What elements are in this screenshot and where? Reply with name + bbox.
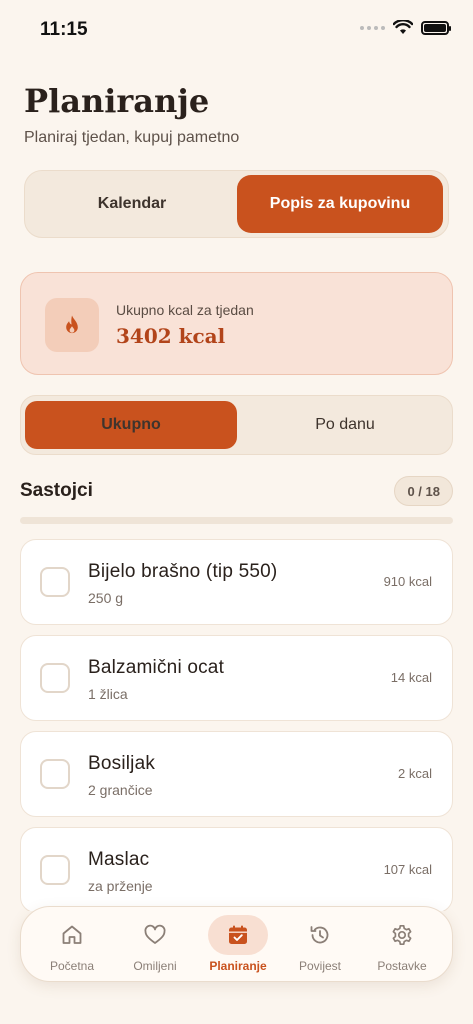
kcal-icon-box [45,298,99,352]
item-quantity: 2 grančice [88,782,153,798]
kcal-value: 3402 kcal [116,324,226,348]
item-name: Bosiljak [88,753,156,774]
item-quantity: za prženje [88,878,153,894]
nav-item-omiljeni[interactable]: Omiljeni [114,907,196,983]
nav-label: Postavke [377,959,427,973]
history-icon [310,926,329,944]
bottom-nav: Početna Omiljeni Planiranje Povijest Pos… [20,906,453,982]
battery-icon [421,20,451,35]
ingredients-title: Sastojci [20,480,93,501]
page-subtitle: Planiraj tjedan, kupuj pametno [24,129,240,146]
kcal-label: Ukupno kcal za tjedan [116,302,254,318]
calendar-check-icon [229,925,247,944]
nav-label: Početna [49,959,95,973]
item-kcal: 2 kcal [398,766,432,781]
item-quantity: 250 g [88,590,124,606]
ingredients-progress-bar [20,517,453,524]
item-kcal: 107 kcal [383,862,432,877]
page-title: Planiranje [24,82,210,120]
item-name: Maslac [88,849,150,870]
item-kcal: 910 kcal [383,574,432,589]
list-item[interactable]: Bijelo brašno (tip 550) 250 g 910 kcal [20,539,453,625]
item-checkbox[interactable] [40,855,70,885]
weekly-kcal-card: Ukupno kcal za tjedan 3402 kcal [20,272,453,375]
ingredients-list: Bijelo brašno (tip 550) 250 g 910 kcal B… [20,539,453,911]
item-name: Balzamični ocat [88,657,225,678]
home-icon [62,925,82,944]
flame-icon [66,315,78,334]
item-checkbox[interactable] [40,663,70,693]
status-time: 11:15 [40,19,88,40]
list-item[interactable]: Balzamični ocat 1 žlica 14 kcal [20,635,453,721]
status-bar: 11:15 [0,0,473,60]
nav-label: Povijest [298,959,342,973]
signal-icon [360,25,385,30]
nav-item-postavke[interactable]: Postavke [361,907,443,983]
tab-po-danu[interactable]: Po danu [239,401,451,449]
ingredients-count-badge: 0 / 18 [394,476,453,506]
mode-toggle: Ukupno Po danu [20,395,453,455]
nav-label: Planiranje [209,959,267,973]
tab-kalendar[interactable]: Kalendar [29,175,235,233]
item-checkbox[interactable] [40,759,70,789]
nav-label: Omiljeni [133,959,177,973]
item-checkbox[interactable] [40,567,70,597]
status-icons [360,20,451,35]
gear-icon [392,924,412,946]
nav-item-pocetna[interactable]: Početna [31,907,113,983]
nav-item-povijest[interactable]: Povijest [279,907,361,983]
tab-shopping-list[interactable]: Popis za kupovinu [237,175,443,233]
heart-icon [144,924,166,944]
tab-ukupno[interactable]: Ukupno [25,401,237,449]
list-item[interactable]: Maslac za prženje 107 kcal [20,827,453,911]
item-quantity: 1 žlica [88,686,128,702]
nav-item-planiranje[interactable]: Planiranje [197,907,279,983]
view-toggle: Kalendar Popis za kupovinu [24,170,449,238]
item-kcal: 14 kcal [390,670,432,685]
list-item[interactable]: Bosiljak 2 grančice 2 kcal [20,731,453,817]
wifi-icon [393,20,413,34]
item-name: Bijelo brašno (tip 550) [88,561,278,582]
